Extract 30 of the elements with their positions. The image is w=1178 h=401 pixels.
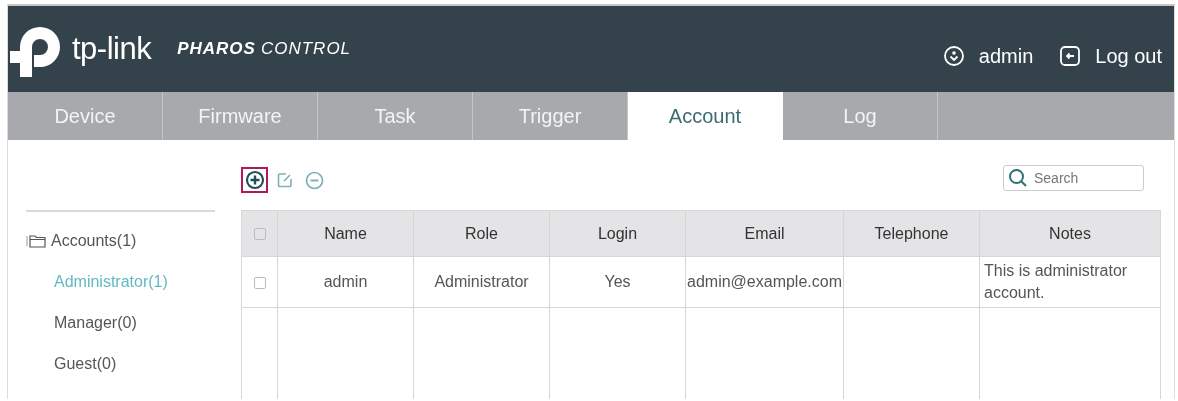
tab[interactable]: Account — [628, 92, 783, 140]
logout-icon[interactable] — [1059, 45, 1082, 67]
column-header: Email — [685, 210, 844, 257]
checkbox[interactable] — [253, 228, 266, 241]
table-cell: Administrator — [434, 273, 529, 290]
minus-icon — [305, 170, 324, 190]
folder-icon — [26, 233, 48, 248]
logo-text: tp-link — [72, 31, 152, 67]
tree-item[interactable]: Guest(0) — [54, 354, 117, 373]
product-name: PHAROS — [177, 39, 256, 59]
column-header: Role — [413, 210, 550, 257]
tree-item[interactable]: Manager(0) — [54, 313, 137, 332]
table-cell: This is administrator account. — [984, 262, 1128, 301]
logout-link[interactable]: Log out — [1095, 44, 1162, 68]
column-header: Notes — [979, 210, 1161, 257]
column-header: Login — [549, 210, 686, 257]
edit-icon — [275, 171, 294, 189]
tree-item[interactable]: Accounts(1) — [51, 231, 137, 250]
table-cell: Yes — [604, 273, 631, 290]
plus-icon — [244, 170, 265, 190]
column-header: Telephone — [843, 210, 980, 257]
product-name: CONTROL — [260, 39, 352, 59]
checkbox[interactable] — [253, 276, 266, 289]
table-cell: admin — [323, 273, 368, 290]
column-header: Name — [277, 210, 414, 257]
add-button[interactable] — [241, 167, 268, 193]
username-link[interactable]: admin — [978, 44, 1034, 68]
search-field[interactable]: Search — [1003, 165, 1144, 191]
table-cell: admin@example.com — [687, 273, 842, 290]
user-icon[interactable] — [942, 45, 965, 67]
